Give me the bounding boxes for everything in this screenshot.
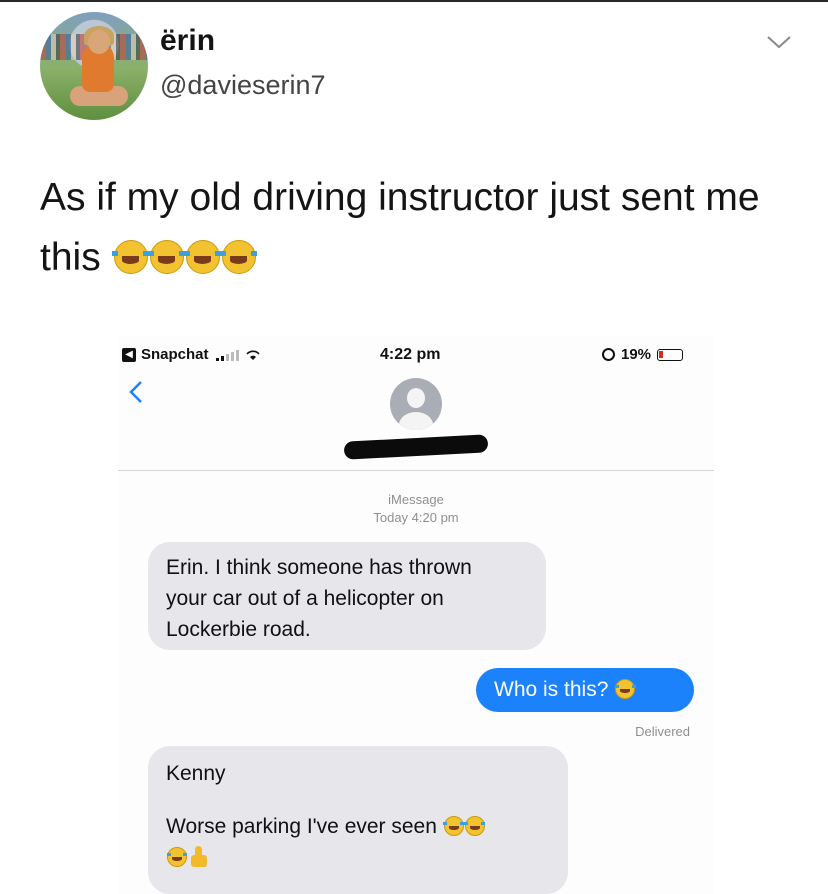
battery-percent: 19% xyxy=(621,346,652,363)
laughing-emoji-icon xyxy=(464,816,486,836)
tweet-body: As if my old driving instructor just sen… xyxy=(40,176,760,279)
status-left: ◀ Snapchat xyxy=(122,346,261,363)
top-border xyxy=(0,0,828,2)
profile-avatar[interactable] xyxy=(40,12,148,120)
laughing-emoji-icon xyxy=(166,847,188,867)
laughing-emoji-icon xyxy=(111,240,150,274)
header-divider xyxy=(118,470,714,471)
message-line: Lockerbie road. xyxy=(166,618,311,641)
laughing-emoji-icon xyxy=(219,240,258,274)
emoji-line xyxy=(166,842,550,873)
rotation-lock-icon xyxy=(602,348,615,361)
status-right: 19% xyxy=(602,346,684,363)
laughing-emoji-icon xyxy=(443,816,465,836)
thumbs-up-icon xyxy=(189,846,209,868)
message-bubble-incoming[interactable]: Kenny Worse parking I've ever seen xyxy=(148,746,568,894)
back-arrow-icon: ◀ xyxy=(122,347,136,362)
laughing-emoji-icon xyxy=(183,240,222,274)
message-bubble-incoming[interactable]: Erin. I think someone has thrown your ca… xyxy=(148,542,546,650)
back-app-label: Snapchat xyxy=(141,346,209,363)
delivery-status: Delivered xyxy=(635,724,690,739)
message-bubble-outgoing[interactable]: Who is this? xyxy=(476,668,694,712)
contact-avatar-head xyxy=(407,388,425,408)
laughing-emoji-icon xyxy=(147,240,186,274)
message-line: Worse parking I've ever seen xyxy=(166,815,437,838)
service-label: iMessage xyxy=(388,492,444,507)
avatar-head xyxy=(88,30,110,54)
conversation-timestamp: Today 4:20 pm xyxy=(373,510,459,525)
message-line-with-emoji: Worse parking I've ever seen xyxy=(166,811,550,842)
tweet-text: As if my old driving instructor just sen… xyxy=(40,168,800,288)
status-time: 4:22 pm xyxy=(380,346,441,363)
battery-icon xyxy=(657,348,684,361)
embedded-imessage-screenshot: ◀ Snapchat 4:22 pm 19% iMessage Today 4:… xyxy=(118,336,714,894)
contact-avatar[interactable] xyxy=(390,378,442,430)
message-line: Erin. I think someone has thrown xyxy=(166,556,472,579)
laughing-emoji-icon xyxy=(614,679,636,699)
status-bar: ◀ Snapchat 4:22 pm 19% xyxy=(118,336,714,370)
message-line: Kenny xyxy=(166,762,226,785)
message-line: your car out of a helicopter on xyxy=(166,587,444,610)
chevron-down-icon[interactable] xyxy=(766,34,792,50)
contact-avatar-body xyxy=(399,412,433,430)
message-text: Who is this? xyxy=(494,678,609,701)
redacted-contact-name xyxy=(343,434,489,460)
wifi-icon xyxy=(245,349,260,360)
display-name[interactable]: ërin xyxy=(160,24,215,58)
signal-icon xyxy=(214,349,240,361)
back-chevron-icon[interactable] xyxy=(126,374,144,410)
user-handle[interactable]: @davieserin7 xyxy=(160,70,326,101)
